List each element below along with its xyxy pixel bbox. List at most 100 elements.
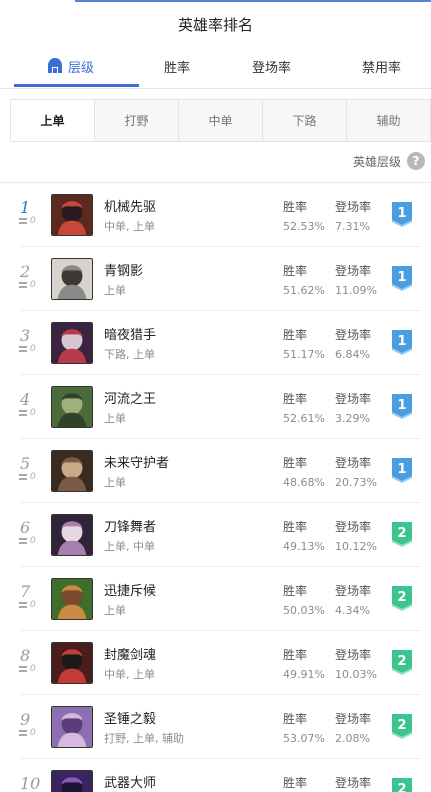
pick-rate-stat: 登场率 20.73% [335, 454, 377, 489]
win-rate-label: 胜率 [283, 456, 308, 470]
win-rate-stat: 胜率 51.62% [283, 262, 325, 297]
hero-row[interactable]: 10 0 武器大师 胜率 登场率 2 [0, 759, 431, 792]
top-accent-line [75, 0, 431, 2]
pick-rate-label: 登场率 [335, 584, 372, 598]
hero-name: 暗夜猎手 [104, 328, 157, 343]
tab-pick-rate-label: 登场率 [252, 60, 292, 76]
hero-row[interactable]: 7 0 迅捷斥候 上单 胜率 50.03% 登场率 4.34% 2 [0, 567, 431, 631]
hero-avatar [51, 514, 93, 556]
pick-rate-label: 登场率 [335, 712, 372, 726]
no-change-icon [19, 730, 27, 736]
hero-name: 迅捷斥候 [104, 584, 157, 599]
rank-change-value: 0 [30, 344, 36, 354]
hero-avatar [51, 258, 93, 300]
pick-rate-value: 3.29% [335, 412, 370, 425]
pick-rate-value: 4.34% [335, 604, 370, 617]
pick-rate-label: 登场率 [335, 392, 372, 406]
hero-rank: 3 [20, 326, 31, 345]
win-rate-value: 51.17% [283, 348, 325, 361]
hero-avatar [51, 386, 93, 428]
no-change-icon [19, 282, 27, 288]
question-icon: ? [407, 152, 425, 170]
tab-win-rate[interactable]: 胜率 [164, 54, 190, 78]
hero-row[interactable]: 3 0 暗夜猎手 下路, 上单 胜率 51.17% 登场率 6.84% 1 [0, 311, 431, 375]
hero-rank: 8 [20, 646, 31, 665]
pick-rate-value: 10.03% [335, 668, 377, 681]
pick-rate-label: 登场率 [335, 200, 372, 214]
tier-badge: 2 [390, 648, 414, 675]
metric-tabs: 层级 胜率 登场率 禁用率 [0, 54, 431, 88]
rank-change: 0 [19, 280, 36, 290]
rank-change-value: 0 [30, 664, 36, 674]
hero-row[interactable]: 5 0 未来守护者 上单 胜率 48.68% 登场率 20.73% 1 [0, 439, 431, 503]
hero-row[interactable]: 9 0 圣锤之毅 打野, 上单, 辅助 胜率 53.07% 登场率 2.08% [0, 695, 431, 759]
no-change-icon [19, 218, 27, 224]
hero-avatar [51, 642, 93, 684]
hero-name: 未来守护者 [104, 456, 170, 471]
no-change-icon [19, 666, 27, 672]
hero-avatar [51, 194, 93, 236]
win-rate-label: 胜率 [283, 200, 308, 214]
page-title: 英雄率排名 [177, 16, 253, 34]
position-jungle[interactable]: 打野 [95, 100, 179, 141]
hero-row[interactable]: 4 0 河流之王 上单 胜率 52.61% 登场率 3.29% 1 [0, 375, 431, 439]
hero-roles: 中单, 上单 [104, 220, 155, 233]
tier-badge-label: 1 [397, 462, 406, 477]
win-rate-stat: 胜率 52.53% [283, 198, 325, 233]
pick-rate-label: 登场率 [335, 264, 372, 278]
win-rate-value: 49.91% [283, 668, 325, 681]
no-change-icon [19, 410, 27, 416]
hero-row[interactable]: 2 0 青钢影 上单 胜率 51.62% 登场率 11.09% 1 [0, 247, 431, 311]
hero-name: 刀锋舞者 [104, 520, 157, 535]
hero-tier-help[interactable]: 英雄层级 ? [353, 152, 425, 170]
rank-change: 0 [19, 600, 36, 610]
pick-rate-stat: 登场率 6.84% [335, 326, 371, 361]
hero-rank: 7 [20, 582, 31, 601]
hero-row[interactable]: 8 0 封魔剑魂 中单, 上单 胜率 49.91% 登场率 10.03% 2 [0, 631, 431, 695]
hero-rank: 2 [20, 262, 31, 281]
hero-list: 1 0 机械先驱 中单, 上单 胜率 52.53% 登场率 7.31% 1 2 … [0, 183, 431, 792]
hero-name: 河流之王 [104, 392, 157, 407]
win-rate-value: 53.07% [283, 732, 325, 745]
tab-pick-rate[interactable]: 登场率 [252, 54, 291, 78]
pick-rate-label: 登场率 [335, 328, 372, 342]
no-change-icon [19, 538, 27, 544]
pick-rate-stat: 登场率 [335, 774, 371, 792]
win-rate-stat: 胜率 [283, 774, 307, 792]
hero-avatar [51, 578, 93, 620]
tab-tier[interactable]: 层级 [48, 54, 94, 78]
position-bottom[interactable]: 下路 [263, 100, 347, 141]
helmet-icon [48, 58, 62, 74]
hero-rank: 5 [20, 454, 31, 473]
position-support[interactable]: 辅助 [347, 100, 430, 141]
win-rate-label: 胜率 [283, 648, 308, 662]
tier-badge-label: 1 [397, 270, 406, 285]
win-rate-label: 胜率 [283, 264, 308, 278]
win-rate-stat: 胜率 49.91% [283, 646, 325, 681]
rank-change-value: 0 [30, 536, 36, 546]
tab-ban-rate-label: 禁用率 [362, 60, 402, 76]
hero-name: 武器大师 [104, 776, 157, 791]
pick-rate-label: 登场率 [335, 456, 372, 470]
pick-rate-label: 登场率 [335, 648, 372, 662]
pick-rate-value: 11.09% [335, 284, 377, 297]
hero-rank: 6 [20, 518, 31, 537]
position-mid[interactable]: 中单 [179, 100, 263, 141]
rank-change-value: 0 [30, 600, 36, 610]
hero-avatar [51, 770, 93, 792]
rank-change: 0 [19, 472, 36, 482]
hero-roles: 中单, 上单 [104, 668, 155, 681]
pick-rate-value: 20.73% [335, 476, 377, 489]
tab-ban-rate[interactable]: 禁用率 [362, 54, 401, 78]
pick-rate-value: 2.08% [335, 732, 370, 745]
win-rate-value: 52.53% [283, 220, 325, 233]
hero-row[interactable]: 1 0 机械先驱 中单, 上单 胜率 52.53% 登场率 7.31% 1 [0, 183, 431, 247]
win-rate-label: 胜率 [283, 584, 308, 598]
tier-badge: 1 [390, 456, 414, 483]
hero-row[interactable]: 6 0 刀锋舞者 上单, 中单 胜率 49.13% 登场率 10.12% 2 [0, 503, 431, 567]
tier-badge: 2 [390, 584, 414, 611]
position-top[interactable]: 上单 [11, 100, 95, 141]
tier-badge-label: 2 [397, 718, 406, 733]
tier-badge-label: 1 [397, 334, 406, 349]
rank-change: 0 [19, 344, 36, 354]
